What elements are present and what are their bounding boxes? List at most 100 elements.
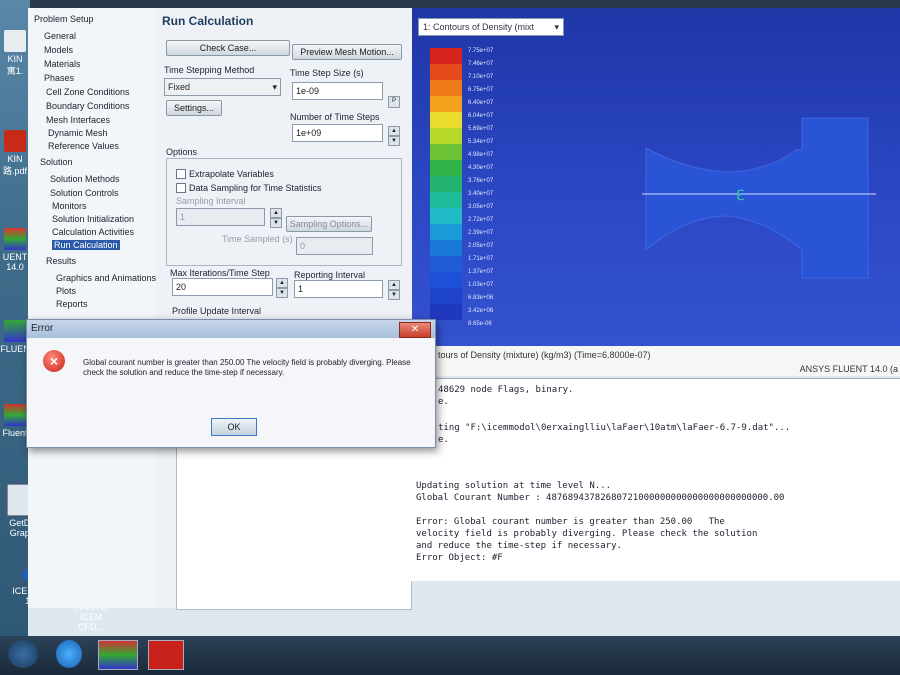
tree-item-monitors[interactable]: Monitors <box>52 201 87 211</box>
data-sampling-checkbox[interactable] <box>176 183 186 193</box>
legend-tick-label: 4.30e+07 <box>468 165 494 171</box>
browser-icon[interactable] <box>56 640 82 668</box>
desktop-icon-label: UENT 14.0 <box>2 252 28 272</box>
navigation-tree: Problem Setup General Models Materials P… <box>28 8 157 608</box>
max-iterations-field[interactable]: 20 <box>172 278 273 296</box>
tree-item-boundary[interactable]: Boundary Conditions <box>46 101 130 111</box>
desktop-icon-label: KIN <box>7 154 23 164</box>
ok-button[interactable]: OK <box>211 418 257 436</box>
arrow-down-icon[interactable]: ▼ <box>388 136 400 146</box>
console-line: 48629 node Flags, binary. <box>438 385 574 395</box>
start-icon[interactable] <box>8 640 38 668</box>
tree-item-cell-zone[interactable]: Cell Zone Conditions <box>46 87 130 97</box>
desktop-icon-kin[interactable]: KIN 寓1. <box>0 30 30 77</box>
legend-tick-label: 7.75e+07 <box>468 48 494 54</box>
panel-title: Run Calculation <box>162 14 254 28</box>
profile-update-label: Profile Update Interval <box>172 306 262 316</box>
legend-tick-label: 7.46e+07 <box>468 61 494 67</box>
tree-header-solution[interactable]: Solution <box>40 157 73 167</box>
legend-tick-label: 7.10e+07 <box>468 74 494 80</box>
fluent-icon <box>4 228 26 250</box>
dialog-titlebar[interactable]: Error ✕ <box>27 320 435 338</box>
desktop-icon-label: Fluent <box>2 428 28 438</box>
legend-tick-label: 2.05e+07 <box>468 243 494 249</box>
console-line: Global Courant Number : 4876894378268072… <box>416 493 785 503</box>
desktop-icon-pdf[interactable]: KIN 路.pdf <box>0 130 30 177</box>
time-stepping-label: Time Stepping Method <box>164 65 255 75</box>
legend-tick-label: 3.76e+07 <box>468 178 494 184</box>
arrow-down-icon[interactable]: ▼ <box>276 288 288 298</box>
taskbar <box>0 636 900 675</box>
arrow-down-icon[interactable]: ▼ <box>270 218 282 228</box>
console-output[interactable]: 48629 node Flags, binary. e. ting "F:\ic… <box>410 378 900 581</box>
desktop-icon-fluent[interactable]: UENT 14.0 <box>0 228 30 272</box>
tree-item-phases[interactable]: Phases <box>44 73 74 83</box>
tree-item-mesh-interfaces[interactable]: Mesh Interfaces <box>46 115 110 125</box>
legend-tick-label: 2.72e+07 <box>468 217 494 223</box>
graphics-footer: tours of Density (mixture) (kg/m3) (Time… <box>412 346 900 376</box>
tree-header-results[interactable]: Results <box>46 256 76 266</box>
tree-item-solution-methods[interactable]: Solution Methods <box>50 174 120 184</box>
time-stepping-select[interactable]: Fixed ▾ <box>164 78 281 96</box>
contour-caption: tours of Density (mixture) (kg/m3) (Time… <box>438 350 651 360</box>
fluent-icon <box>4 404 26 426</box>
tree-item-run-calculation[interactable]: Run Calculation <box>52 240 120 250</box>
dialog-title: Error <box>31 323 54 334</box>
console-line: e. <box>438 397 449 407</box>
check-case-button[interactable]: Check Case... <box>166 40 290 56</box>
legend-tick-label: 5.69e+07 <box>468 126 494 132</box>
tree-item-solution-controls[interactable]: Solution Controls <box>50 188 119 198</box>
legend-tick-label: 6.75e+07 <box>468 87 494 93</box>
legend-tick-label: 6.83e+06 <box>468 295 494 301</box>
data-sampling-label: Data Sampling for Time Statistics <box>189 183 322 193</box>
fluent-taskbar-icon[interactable] <box>98 640 138 670</box>
arrow-up-icon[interactable]: ▲ <box>388 280 400 290</box>
pdf-taskbar-icon[interactable] <box>148 640 184 670</box>
console-line: e. <box>438 435 449 445</box>
tree-item-reports[interactable]: Reports <box>56 299 88 309</box>
tree-header-problem-setup[interactable]: Problem Setup <box>34 14 94 24</box>
arrow-up-icon[interactable]: ▲ <box>270 208 282 218</box>
cursor-mark: ℇ <box>736 188 745 204</box>
arrow-up-icon[interactable]: ▲ <box>388 126 400 136</box>
settings-button[interactable]: Settings... <box>166 100 222 116</box>
arrow-down-icon[interactable]: ▼ <box>388 290 400 300</box>
extrapolate-label: Extrapolate Variables <box>189 169 274 179</box>
dialog-message: Global courant number is greater than 25… <box>83 358 411 377</box>
console-line: Error: Global courant number is greater … <box>416 517 725 527</box>
close-icon[interactable]: ✕ <box>399 322 431 338</box>
desktop-icon-label: 寓1. <box>6 66 24 76</box>
num-time-steps-field[interactable]: 1e+09 <box>292 124 383 142</box>
legend-tick-label: 3.05e+07 <box>468 204 494 210</box>
preview-mesh-button[interactable]: Preview Mesh Motion... <box>292 44 402 60</box>
tree-item-reference-values[interactable]: Reference Values <box>48 141 119 151</box>
tree-item-calc-activities[interactable]: Calculation Activities <box>52 227 134 237</box>
console-line: ting "F:\icemmodol\0erxainglliu\laFaer\1… <box>438 423 791 433</box>
sampling-options-button[interactable]: Sampling Options... <box>286 216 372 232</box>
tree-item-graphics[interactable]: Graphics and Animations <box>56 273 156 283</box>
parameter-icon[interactable]: P <box>388 96 400 108</box>
time-sampled-field: 0 <box>296 237 373 255</box>
tree-item-materials[interactable]: Materials <box>44 59 81 69</box>
reporting-interval-field[interactable]: 1 <box>294 280 383 298</box>
tree-item-plots[interactable]: Plots <box>56 286 76 296</box>
max-iterations-label: Max Iterations/Time Step <box>170 268 270 278</box>
color-legend <box>430 48 462 320</box>
legend-tick-label: 1.03e+07 <box>468 282 494 288</box>
tree-item-solution-init[interactable]: Solution Initialization <box>52 214 134 224</box>
console-line: Error Object: #F <box>416 553 503 563</box>
arrow-up-icon[interactable]: ▲ <box>276 278 288 288</box>
density-contour-plot: ℇ <box>642 117 876 279</box>
graphics-tab[interactable]: 1: Contours of Density (mixt ▾ <box>418 18 564 36</box>
sampling-interval-field[interactable]: 1 <box>176 208 265 226</box>
time-step-size-field[interactable]: 1e-09 <box>292 82 383 100</box>
tree-item-models[interactable]: Models <box>44 45 73 55</box>
extrapolate-checkbox[interactable] <box>176 169 186 179</box>
legend-tick-label: 3.40e+07 <box>468 191 494 197</box>
num-time-steps-label: Number of Time Steps <box>290 112 380 122</box>
tree-item-general[interactable]: General <box>44 31 76 41</box>
legend-tick-label: 8.65e-06 <box>468 321 492 327</box>
document-icon <box>4 30 26 52</box>
sampling-interval-label: Sampling Interval <box>176 196 246 206</box>
tree-item-dynamic-mesh[interactable]: Dynamic Mesh <box>48 128 108 138</box>
